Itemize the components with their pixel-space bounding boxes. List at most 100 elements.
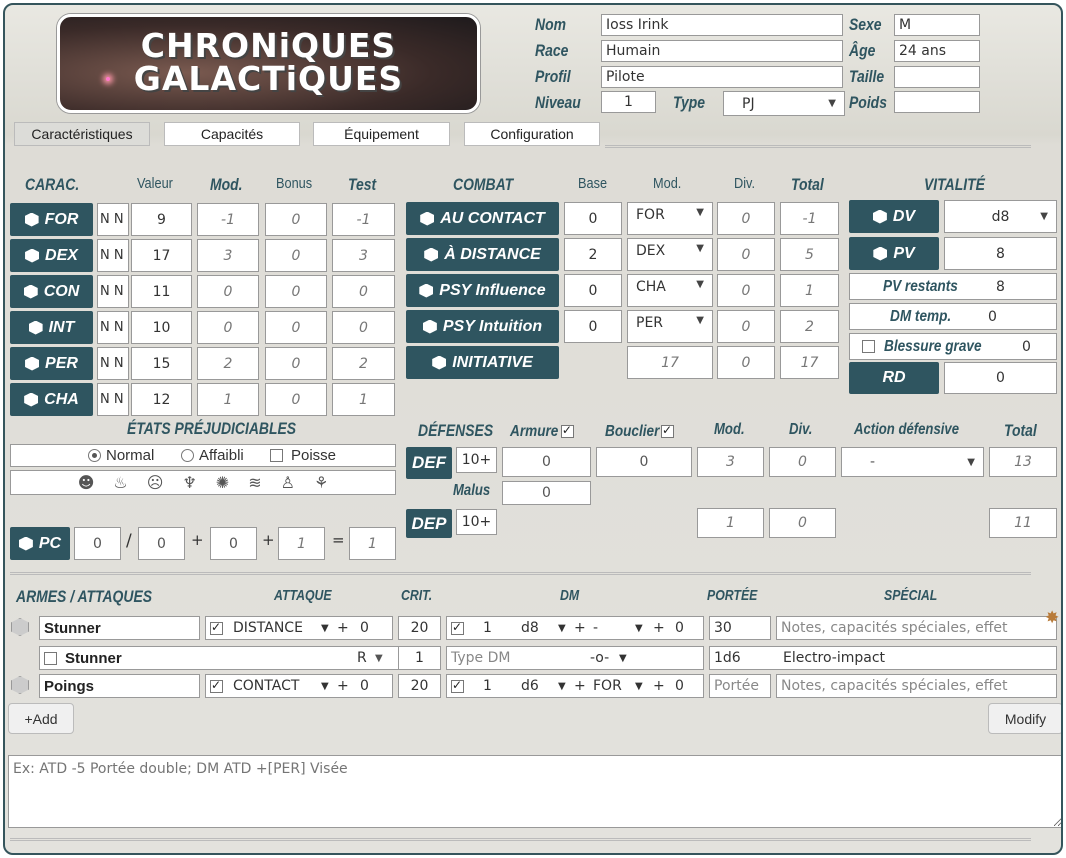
carac-valeur[interactable]: 9 bbox=[131, 203, 192, 236]
stunned-icon[interactable]: ☹ bbox=[147, 473, 164, 492]
combat-roll-2[interactable]: PSY Influence bbox=[406, 274, 559, 307]
dm-checkbox[interactable] bbox=[451, 678, 464, 693]
combat-div[interactable]: 0 bbox=[717, 202, 775, 235]
combat-base[interactable]: 0 bbox=[564, 274, 622, 307]
surprised-icon[interactable]: ✺ bbox=[216, 473, 229, 492]
combat-div[interactable]: 0 bbox=[717, 310, 775, 343]
weapon-special[interactable]: Notes, capacités spéciales, effet bbox=[776, 674, 1057, 698]
carac-roll-dex[interactable]: DEX bbox=[10, 239, 93, 272]
carac-bonus[interactable]: 0 bbox=[265, 275, 327, 308]
carac-nm-field[interactable]: N N bbox=[97, 347, 129, 380]
combat-div[interactable]: 0 bbox=[717, 274, 775, 307]
niveau-field[interactable]: 1 bbox=[601, 91, 656, 113]
attack-checkbox[interactable] bbox=[210, 620, 223, 635]
combat-div[interactable]: 0 bbox=[717, 346, 775, 379]
action-defensive-select[interactable]: - bbox=[841, 447, 984, 477]
pc-button[interactable]: PC bbox=[10, 527, 70, 560]
attack-type-select[interactable]: DISTANCE bbox=[233, 620, 303, 636]
weapon-special[interactable]: Notes, capacités spéciales, effet bbox=[776, 616, 1057, 640]
combat-roll-3[interactable]: PSY Intuition bbox=[406, 310, 559, 343]
dm-mod-select[interactable]: - bbox=[593, 620, 598, 636]
radio-normal[interactable] bbox=[88, 449, 101, 462]
weapon-name[interactable]: Stunner bbox=[39, 616, 200, 640]
type-select[interactable]: PJ bbox=[723, 91, 845, 116]
carac-valeur[interactable]: 10 bbox=[131, 311, 192, 344]
dm-dice-count[interactable]: 1 bbox=[483, 620, 492, 636]
carac-nm-field[interactable]: N N bbox=[97, 311, 129, 344]
modify-button[interactable]: Modify bbox=[988, 703, 1061, 734]
dep-div-field[interactable]: 0 bbox=[769, 508, 836, 538]
sexe-field[interactable]: M bbox=[894, 14, 980, 36]
combat-roll-0[interactable]: AU CONTACT bbox=[406, 202, 559, 235]
profil-field[interactable]: Pilote bbox=[601, 66, 843, 88]
pv-restants-value[interactable]: 8 bbox=[996, 279, 1005, 295]
immobilized-icon[interactable]: ♆ bbox=[182, 473, 196, 492]
taille-field[interactable] bbox=[894, 66, 980, 88]
type-dm-select[interactable]: -o- bbox=[590, 650, 609, 666]
dm-bonus[interactable]: 0 bbox=[675, 620, 684, 636]
weapon-portee[interactable]: Portée bbox=[709, 674, 771, 698]
pc-value-2[interactable]: 0 bbox=[138, 527, 185, 560]
carac-nm-field[interactable]: N N bbox=[97, 203, 129, 236]
sub-row-r-select[interactable]: R bbox=[357, 650, 367, 666]
carac-nm-field[interactable]: N N bbox=[97, 275, 129, 308]
carac-roll-cha[interactable]: CHA bbox=[10, 383, 93, 416]
carac-valeur[interactable]: 12 bbox=[131, 383, 192, 416]
carac-nm-field[interactable]: N N bbox=[97, 239, 129, 272]
pv-button[interactable]: PV bbox=[849, 237, 939, 270]
slowed-icon[interactable]: ≋ bbox=[248, 473, 261, 492]
gear-icon[interactable]: ✸ bbox=[1045, 608, 1059, 628]
prone-icon[interactable]: ⚘ bbox=[314, 473, 328, 492]
combat-div[interactable]: 0 bbox=[717, 238, 775, 271]
sub-row-checkbox[interactable] bbox=[44, 651, 57, 665]
weapon-crit[interactable]: 20 bbox=[398, 674, 441, 698]
carac-roll-int[interactable]: INT bbox=[10, 311, 93, 344]
combat-base[interactable]: 0 bbox=[564, 202, 622, 235]
carac-bonus[interactable]: 0 bbox=[265, 311, 327, 344]
carac-valeur[interactable]: 15 bbox=[131, 347, 192, 380]
tab-caracteristiques[interactable]: Caractéristiques bbox=[14, 122, 150, 146]
carac-nm-field[interactable]: N N bbox=[97, 383, 129, 416]
combat-base[interactable]: 0 bbox=[564, 310, 622, 343]
weapon-name[interactable]: Poings bbox=[39, 674, 200, 698]
bouclier-checkbox[interactable] bbox=[661, 423, 675, 438]
tab-capacites[interactable]: Capacités bbox=[164, 122, 300, 146]
pc-value-3[interactable]: 0 bbox=[210, 527, 257, 560]
armure-checkbox[interactable] bbox=[560, 423, 574, 438]
blessure-value[interactable]: 0 bbox=[1022, 339, 1031, 355]
sub-row-effect[interactable]: 1d6 Electro-impact bbox=[709, 646, 1057, 670]
dm-mod-select[interactable]: FOR bbox=[593, 678, 622, 694]
combat-mod-select[interactable]: DEX bbox=[627, 238, 713, 271]
weapon-crit[interactable]: 20 bbox=[398, 616, 441, 640]
add-button[interactable]: +Add bbox=[8, 703, 74, 734]
attack-bonus[interactable]: 0 bbox=[360, 620, 369, 636]
weapon-portee[interactable]: 30 bbox=[709, 616, 771, 640]
poids-field[interactable] bbox=[894, 91, 980, 113]
pv-field[interactable]: 8 bbox=[944, 237, 1057, 270]
carac-valeur[interactable]: 11 bbox=[131, 275, 192, 308]
weakened-icon[interactable]: ♙ bbox=[281, 473, 295, 492]
d20-roll-icon[interactable] bbox=[11, 676, 29, 694]
dm-dice-select[interactable]: d6 bbox=[521, 678, 539, 694]
dm-bonus[interactable]: 0 bbox=[675, 678, 684, 694]
dv-select[interactable]: d8 bbox=[944, 200, 1057, 233]
attack-checkbox[interactable] bbox=[210, 678, 223, 693]
combat-mod-select[interactable]: CHA bbox=[627, 274, 713, 307]
radio-affaibli[interactable] bbox=[181, 449, 194, 462]
d20-roll-icon[interactable] bbox=[11, 618, 29, 636]
bouclier-field[interactable]: 0 bbox=[596, 447, 692, 477]
nom-field[interactable]: Ioss Irink bbox=[601, 14, 843, 36]
tab-configuration[interactable]: Configuration bbox=[464, 122, 600, 146]
sub-row-n[interactable]: 1 bbox=[398, 646, 441, 670]
dm-dice-select[interactable]: d8 bbox=[521, 620, 539, 636]
age-field[interactable]: 24 ans bbox=[894, 40, 980, 62]
poisse-checkbox[interactable] bbox=[270, 449, 283, 462]
combat-base[interactable]: 2 bbox=[564, 238, 622, 271]
carac-bonus[interactable]: 0 bbox=[265, 239, 327, 272]
race-field[interactable]: Humain bbox=[601, 40, 843, 62]
carac-bonus[interactable]: 0 bbox=[265, 203, 327, 236]
combat-mod-select[interactable]: PER bbox=[627, 310, 713, 343]
carac-bonus[interactable]: 0 bbox=[265, 383, 327, 416]
rd-field[interactable]: 0 bbox=[944, 362, 1057, 394]
notes-textarea[interactable] bbox=[8, 755, 1061, 828]
